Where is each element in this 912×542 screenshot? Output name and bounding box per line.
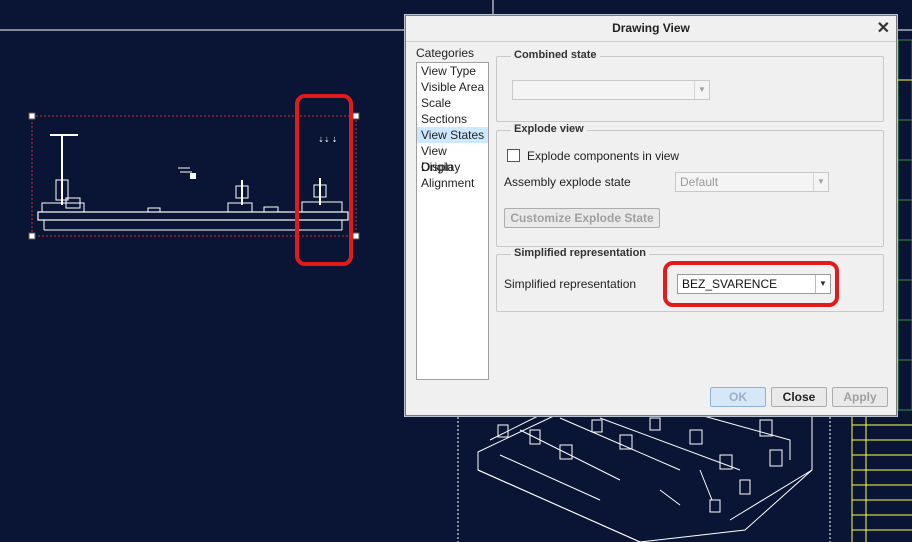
category-visible-area[interactable]: Visible Area (417, 79, 488, 95)
assembly-explode-value: Default (680, 175, 719, 189)
explode-view-title: Explode view (511, 123, 587, 135)
simplified-rep-label: Simplified representation (504, 277, 637, 291)
category-view-states[interactable]: View States (417, 127, 488, 143)
category-view-display[interactable]: View Display (417, 143, 488, 174)
category-view-type[interactable]: View Type (417, 63, 488, 79)
category-origin[interactable]: Origin (417, 159, 488, 175)
explode-components-label: Explode components in view (527, 149, 680, 163)
close-button[interactable]: Close (771, 387, 827, 407)
dialog-title: Drawing View (612, 21, 690, 35)
simplified-rep-title: Simplified representation (511, 247, 650, 259)
drawing-view-isometric[interactable] (477, 412, 813, 542)
drawing-view-dialog: Drawing View ✕ Categories View Type Visi… (405, 15, 897, 416)
assembly-explode-label: Assembly explode state (504, 175, 631, 189)
explode-view-group: Explode view Explode components in view … (496, 123, 884, 247)
explode-components-checkbox[interactable] (507, 149, 520, 162)
apply-button[interactable]: Apply (832, 387, 888, 407)
assembly-explode-select[interactable]: Default ▼ (675, 172, 829, 192)
chevron-down-icon: ▼ (694, 81, 709, 99)
category-sections[interactable]: Sections (417, 111, 488, 127)
chevron-down-icon: ▼ (813, 173, 828, 191)
customize-explode-button[interactable]: Customize Explode State (504, 208, 660, 228)
category-scale[interactable]: Scale (417, 95, 488, 111)
annotation-highlight-simplified (663, 261, 839, 307)
categories-list: View Type Visible Area Scale Sections Vi… (416, 62, 489, 380)
combined-state-title: Combined state (511, 49, 600, 61)
combined-state-select[interactable]: ▼ (512, 80, 710, 100)
dialog-title-bar: Drawing View ✕ (406, 16, 896, 42)
category-alignment[interactable]: Alignment (417, 175, 488, 191)
ok-button[interactable]: OK (710, 387, 766, 407)
close-icon[interactable]: ✕ (877, 16, 890, 41)
annotation-highlight-clamp (295, 94, 353, 266)
categories-label: Categories (416, 46, 475, 60)
combined-state-group: Combined state ▼ (496, 49, 884, 122)
